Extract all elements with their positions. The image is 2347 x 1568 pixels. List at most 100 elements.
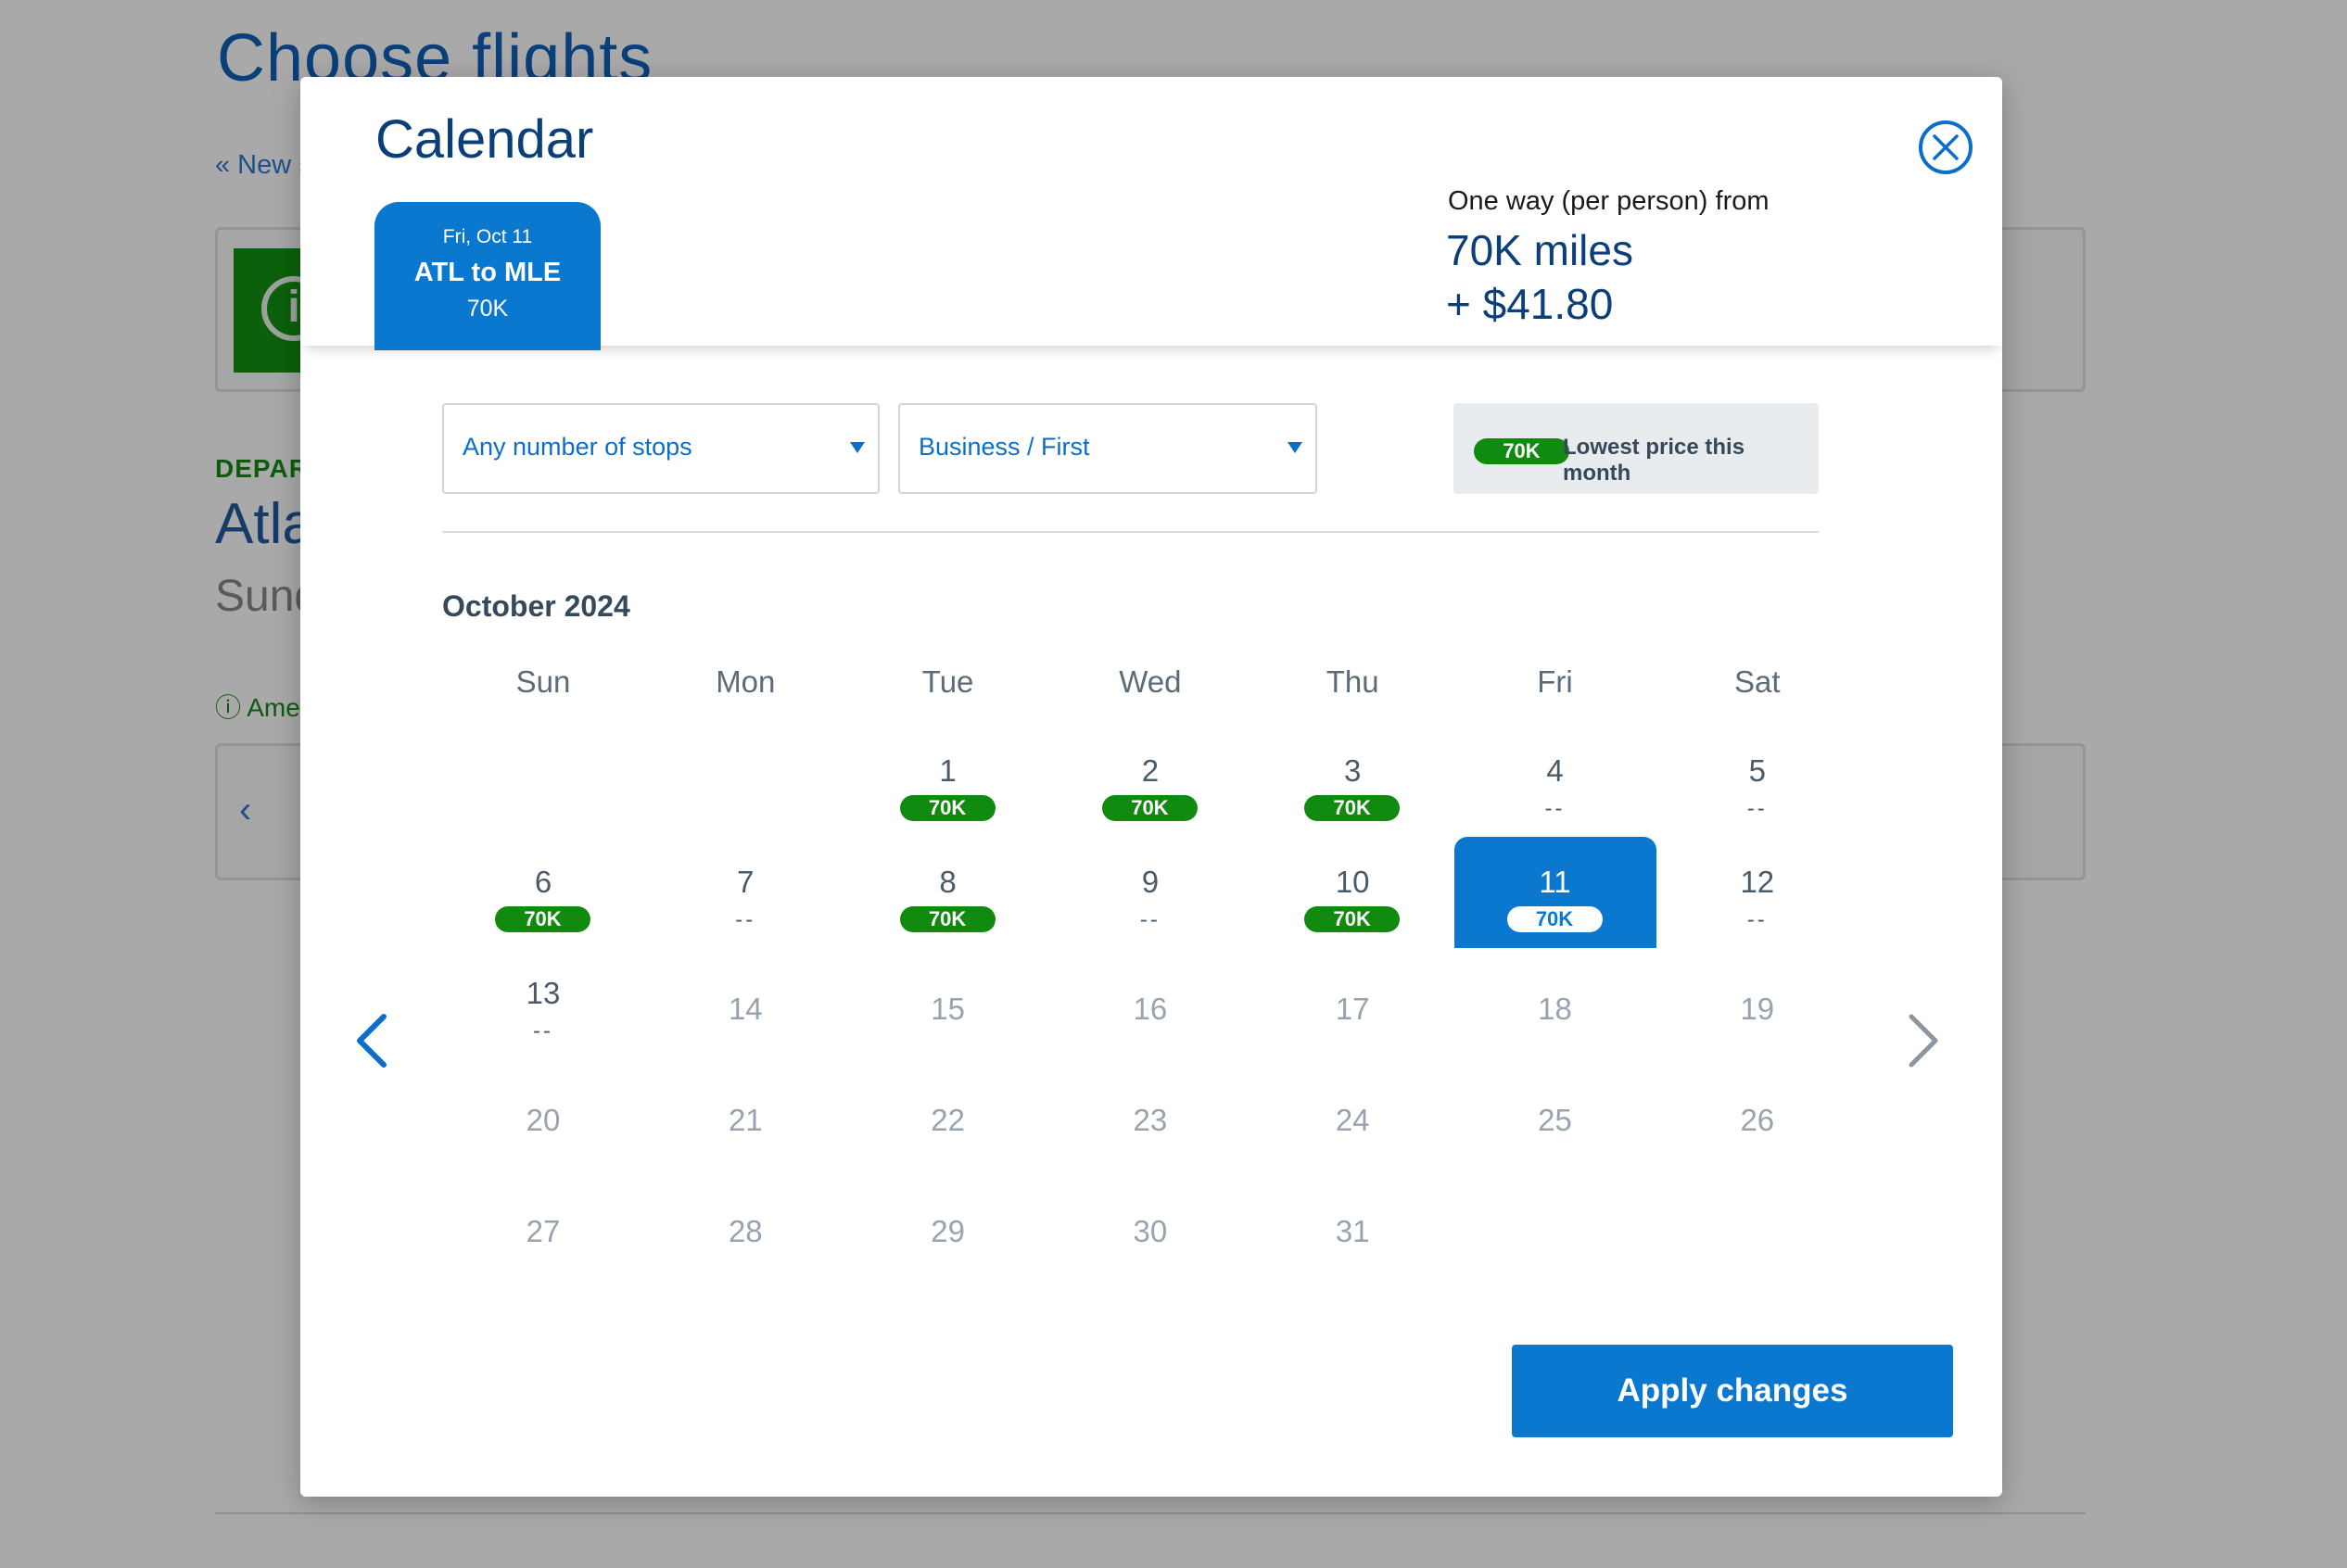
depart-label: DEPAR — [215, 454, 309, 483]
calendar-day-14: 14 — [644, 948, 846, 1059]
page-divider — [215, 1512, 2086, 1514]
new-search-link[interactable]: « New s — [215, 150, 312, 181]
day-number: 26 — [1740, 1103, 1775, 1137]
day-price-pill: 70K — [1304, 906, 1401, 932]
day-number: 11 — [1539, 865, 1571, 899]
calendar-day-6[interactable]: 6 70K — [442, 837, 644, 948]
weekday-sat: Sat — [1734, 664, 1781, 699]
legend-price-pill: 70K — [1474, 438, 1569, 464]
calendar-day-9[interactable]: 9 -- — [1049, 837, 1251, 948]
no-price-indicator: -- — [1746, 796, 1768, 821]
weekday-wed: Wed — [1119, 664, 1182, 699]
apply-changes-button[interactable]: Apply changes — [1512, 1345, 1953, 1437]
no-price-indicator: -- — [1139, 907, 1161, 932]
day-number: 17 — [1335, 992, 1370, 1026]
day-price-pill: 70K — [1304, 795, 1401, 821]
day-price-pill: 70K — [495, 906, 590, 932]
day-number: 3 — [1344, 753, 1362, 788]
calendar-day-31: 31 — [1251, 1170, 1453, 1282]
day-number: 27 — [526, 1214, 561, 1248]
calendar-day-16: 16 — [1049, 948, 1251, 1059]
weekday-sun: Sun — [515, 664, 571, 699]
day-number: 18 — [1538, 992, 1572, 1026]
calendar-day-1[interactable]: 1 70K — [847, 726, 1049, 837]
calendar-day-18: 18 — [1454, 948, 1656, 1059]
calendar-day-10[interactable]: 10 70K — [1251, 837, 1453, 948]
day-number: 15 — [931, 992, 965, 1026]
legend-label: Lowest price this month — [1563, 435, 1745, 486]
chevron-left-icon — [357, 1014, 387, 1068]
calendar-day-13[interactable]: 13 -- — [442, 948, 644, 1059]
calendar-day-21: 21 — [644, 1059, 846, 1170]
day-number: 24 — [1335, 1103, 1370, 1137]
day-number: 21 — [728, 1103, 763, 1137]
day-number: 1 — [939, 753, 957, 788]
price-summary-cash: + $41.80 — [1446, 280, 1614, 328]
modal-title: Calendar — [375, 109, 594, 170]
calendar-modal: Calendar Fri, Oct 11 ATL to MLE 70K One … — [300, 77, 2002, 1497]
calendar-day-4[interactable]: 4 -- — [1454, 726, 1656, 837]
day-number: 16 — [1133, 992, 1168, 1026]
no-price-indicator: -- — [1746, 907, 1768, 932]
calendar-day-12[interactable]: 12 -- — [1656, 837, 1859, 948]
calendar-day-11[interactable]: 11 70K — [1453, 837, 1656, 948]
day-number: 14 — [728, 992, 763, 1026]
close-icon — [1933, 134, 1959, 160]
calendar-day-19: 19 — [1656, 948, 1859, 1059]
date-strip-prev-icon[interactable]: ‹ — [239, 790, 251, 831]
calendar-day-8[interactable]: 8 70K — [847, 837, 1049, 948]
close-button[interactable] — [1919, 120, 1973, 174]
day-number: 25 — [1538, 1103, 1572, 1137]
day-number: 8 — [939, 865, 957, 899]
alert-text-label: Ame — [247, 693, 300, 722]
day-number: 7 — [737, 865, 755, 899]
calendar-day-23: 23 — [1049, 1059, 1251, 1170]
day-number: 6 — [534, 865, 552, 899]
weekday-tue: Tue — [921, 664, 974, 699]
calendar-day-28: 28 — [644, 1170, 846, 1282]
day-number: 13 — [526, 976, 561, 1010]
no-price-indicator: -- — [533, 1018, 553, 1043]
month-title: October 2024 — [442, 589, 630, 623]
cabin-select[interactable]: Business / First — [898, 403, 1317, 494]
flight-tab-date: Fri, Oct 11 — [442, 226, 533, 247]
calendar-day-3[interactable]: 3 70K — [1251, 726, 1453, 837]
chevron-right-icon — [1909, 1014, 1938, 1068]
calendar-day-5[interactable]: 5 -- — [1656, 726, 1859, 837]
price-summary-miles: 70K miles — [1446, 226, 1633, 274]
day-number: 23 — [1133, 1103, 1168, 1137]
day-number: 22 — [931, 1103, 965, 1137]
day-price-pill: 70K — [899, 906, 996, 932]
calendar-day-24: 24 — [1251, 1059, 1453, 1170]
calendar-day-15: 15 — [847, 948, 1049, 1059]
calendar-day-26: 26 — [1656, 1059, 1859, 1170]
flight-tab-price: 70K — [466, 296, 509, 322]
day-number: 9 — [1141, 865, 1160, 899]
day-number: 20 — [526, 1103, 561, 1137]
price-summary-label: One way (per person) from — [1448, 186, 1770, 216]
day-number: 19 — [1740, 992, 1775, 1026]
day-price-pill: 70K — [899, 795, 996, 821]
calendar-day-20: 20 — [442, 1059, 644, 1170]
calendar-day-29: 29 — [847, 1170, 1049, 1282]
day-number: 31 — [1335, 1214, 1370, 1248]
calendar-day-25: 25 — [1454, 1059, 1656, 1170]
day-number: 30 — [1133, 1214, 1168, 1248]
no-price-indicator: -- — [1544, 796, 1566, 821]
stops-select-value: Any number of stops — [463, 433, 692, 461]
day-price-pill: 70K — [1101, 795, 1198, 821]
next-month-button[interactable] — [1895, 1004, 1950, 1078]
cabin-select-value: Business / First — [919, 433, 1090, 461]
prev-month-button[interactable] — [345, 1004, 400, 1078]
stops-select[interactable]: Any number of stops — [442, 403, 880, 494]
day-price-pill: 70K — [1506, 906, 1603, 932]
flight-tab[interactable]: Fri, Oct 11 ATL to MLE 70K — [374, 202, 601, 350]
calendar-day-22: 22 — [847, 1059, 1049, 1170]
weekday-mon: Mon — [716, 664, 776, 699]
no-price-indicator: -- — [735, 907, 756, 932]
day-number: 10 — [1335, 865, 1370, 899]
calendar-day-7[interactable]: 7 -- — [644, 837, 846, 948]
calendar-day-2[interactable]: 2 70K — [1049, 726, 1251, 837]
depart-city: Atla — [215, 492, 314, 556]
day-number: 29 — [931, 1214, 965, 1248]
